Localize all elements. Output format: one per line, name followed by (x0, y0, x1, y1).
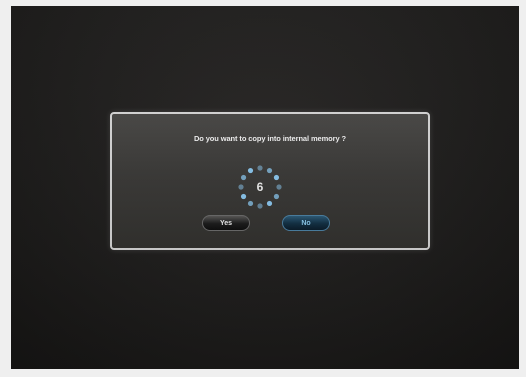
yes-button[interactable]: Yes (202, 215, 250, 231)
no-button[interactable]: No (282, 215, 330, 231)
countdown-value: 6 (256, 180, 264, 194)
device-bezel: Do you want to copy into internal memory… (0, 0, 526, 377)
copy-confirm-dialog: Do you want to copy into internal memory… (110, 112, 430, 250)
dialog-message: Do you want to copy into internal memory… (193, 134, 347, 143)
device-screen: Do you want to copy into internal memory… (11, 6, 519, 369)
loading-spinner-icon: 6 (234, 161, 286, 213)
